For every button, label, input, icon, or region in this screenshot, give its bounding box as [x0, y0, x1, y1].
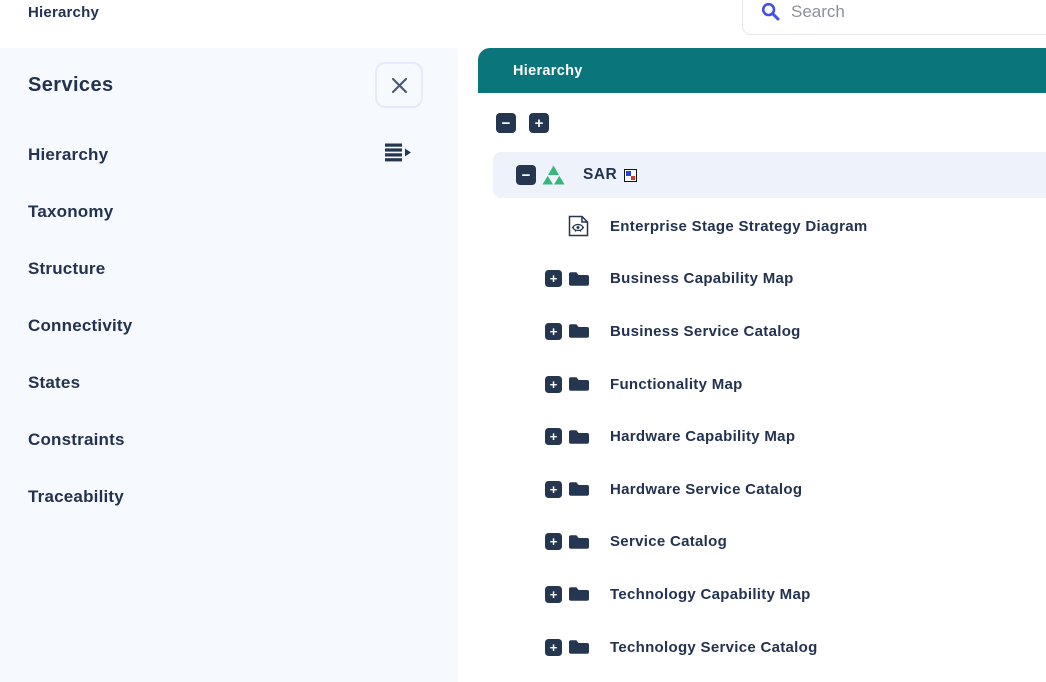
- tree-toolbar: − +: [496, 113, 549, 133]
- sidebar-item[interactable]: Structure: [0, 240, 458, 297]
- sidebar-item[interactable]: Taxonomy: [0, 183, 458, 240]
- expand-node-button[interactable]: +: [545, 323, 562, 340]
- tree-row[interactable]: + Service Catalog: [478, 516, 1046, 569]
- folder-icon: [568, 270, 590, 288]
- tree-node-label: Enterprise Stage Strategy Diagram: [610, 218, 868, 235]
- panel-title: Hierarchy: [513, 63, 583, 79]
- tree-node-label: Technology Service Catalog: [610, 639, 818, 656]
- panel-header: Hierarchy: [478, 48, 1046, 93]
- folder-icon: [568, 322, 590, 340]
- sidebar-item[interactable]: Connectivity: [0, 297, 458, 354]
- sidebar-item-label: Taxonomy: [28, 202, 113, 222]
- sidebar-item[interactable]: Constraints: [0, 411, 458, 468]
- sidebar-item-label: Structure: [28, 259, 105, 279]
- tree-node-label: Business Capability Map: [610, 270, 794, 287]
- tree-row[interactable]: + Enterpris: [478, 200, 1046, 253]
- tree-node-label: Hardware Service Catalog: [610, 481, 802, 498]
- model-badge-icon: [624, 169, 637, 182]
- expand-node-button[interactable]: +: [545, 270, 562, 287]
- folder-icon: [568, 533, 590, 551]
- folder-icon: [568, 428, 590, 446]
- folder-icon: [568, 638, 590, 656]
- tree-row[interactable]: + Hardware Service Catalog: [478, 463, 1046, 516]
- expand-node-button[interactable]: +: [545, 376, 562, 393]
- tree-node-label: Hardware Capability Map: [610, 428, 795, 445]
- sidebar-item-label: Traceability: [28, 487, 124, 507]
- tree-row[interactable]: + Hardware Capability Map: [478, 410, 1046, 463]
- tree-root-label: SAR: [583, 166, 617, 184]
- model-triangles-icon: [542, 165, 565, 185]
- sidebar-item[interactable]: States: [0, 354, 458, 411]
- hierarchy-panel: Hierarchy − + − SAR +: [478, 48, 1046, 682]
- sidebar-item-label: Connectivity: [28, 316, 132, 336]
- breadcrumb: Hierarchy: [28, 4, 99, 21]
- sidebar-item-label: Hierarchy: [28, 145, 108, 165]
- app-screen: Hierarchy Services Hierarchy: [0, 0, 1046, 682]
- search-icon: [761, 2, 780, 21]
- collapse-all-button[interactable]: −: [496, 113, 516, 133]
- tree-root-row[interactable]: − SAR: [493, 152, 1046, 198]
- folder-icon: [568, 375, 590, 393]
- tree-node-label: Business Service Catalog: [610, 323, 801, 340]
- tree-row[interactable]: + Functionality Map: [478, 358, 1046, 411]
- sidebar-item-label: States: [28, 373, 80, 393]
- tree-row[interactable]: + Business Service Catalog: [478, 305, 1046, 358]
- collapse-node-button[interactable]: −: [516, 165, 536, 185]
- tree-children: + Enterpris: [478, 200, 1046, 673]
- services-sidebar: Services Hierarchy: [0, 48, 458, 682]
- tree-row[interactable]: + Technology Capability Map: [478, 568, 1046, 621]
- folder-icon: [568, 585, 590, 603]
- sidebar-nav: Hierarchy Taxonomy: [0, 126, 458, 525]
- search-input[interactable]: [791, 2, 1021, 22]
- sidebar-item[interactable]: Traceability: [0, 468, 458, 525]
- expand-node-button[interactable]: +: [545, 639, 562, 656]
- expand-node-button[interactable]: +: [545, 481, 562, 498]
- tree-node-label: Functionality Map: [610, 376, 743, 393]
- tree-row[interactable]: + Business Capability Map: [478, 253, 1046, 306]
- folder-icon: [568, 480, 590, 498]
- tree-node-label: Service Catalog: [610, 533, 727, 550]
- expand-node-button[interactable]: +: [545, 533, 562, 550]
- list-arrow-icon: [385, 143, 412, 167]
- sidebar-item-label: Constraints: [28, 430, 125, 450]
- tree-node-label: Technology Capability Map: [610, 586, 811, 603]
- expand-node-button[interactable]: +: [545, 586, 562, 603]
- sidebar-title: Services: [28, 74, 114, 97]
- diagram-eye-icon: [568, 215, 590, 237]
- tree-row[interactable]: + Technology Service Catalog: [478, 621, 1046, 674]
- search-box: [742, 0, 1046, 35]
- close-sidebar-button[interactable]: [375, 62, 423, 108]
- close-icon: [390, 76, 409, 95]
- expand-all-button[interactable]: +: [529, 113, 549, 133]
- expand-node-button[interactable]: +: [545, 428, 562, 445]
- sidebar-item[interactable]: Hierarchy: [0, 126, 458, 183]
